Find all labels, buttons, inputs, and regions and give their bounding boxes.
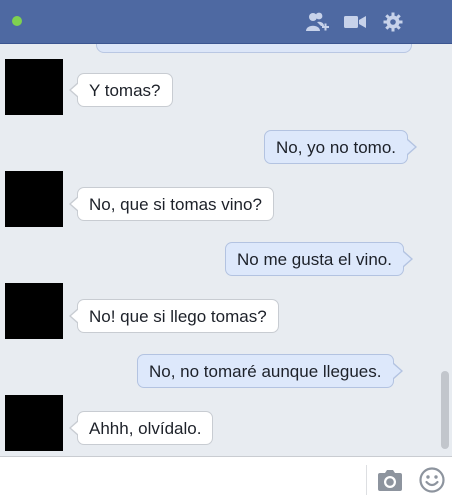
message-outgoing: No me gusta el vino.	[225, 242, 413, 276]
message-composer	[0, 456, 452, 503]
chat-header[interactable]	[0, 0, 452, 44]
video-call-icon[interactable]	[343, 11, 367, 33]
avatar[interactable]	[5, 59, 63, 115]
emoji-icon[interactable]	[418, 466, 446, 494]
message-input[interactable]	[6, 463, 370, 499]
gear-icon[interactable]	[381, 11, 405, 33]
chat-window: Y tomas? No, yo no tomo. No, que si toma…	[0, 0, 452, 503]
avatar[interactable]	[5, 283, 63, 339]
composer-divider	[366, 465, 367, 495]
avatar[interactable]	[5, 395, 63, 451]
scrollbar-thumb[interactable]	[441, 371, 449, 449]
message-outgoing: No, yo no tomo.	[264, 130, 418, 164]
message-outgoing: No, no tomaré aunque llegues.	[137, 354, 402, 388]
avatar[interactable]	[5, 171, 63, 227]
online-status-dot	[12, 16, 22, 26]
message-incoming: No, que si tomas vino?	[69, 187, 274, 221]
message-incoming: No! que si llego tomas?	[69, 299, 279, 333]
message-incoming: Ahhh, olvídalo.	[68, 411, 214, 445]
message-incoming: Y tomas?	[69, 73, 173, 107]
add-friend-icon[interactable]	[305, 11, 329, 33]
scrollbar[interactable]	[438, 44, 452, 456]
message-list[interactable]: Y tomas? No, yo no tomo. No, que si toma…	[0, 44, 452, 456]
camera-icon[interactable]	[376, 467, 404, 493]
previous-message-bubble	[96, 44, 412, 53]
